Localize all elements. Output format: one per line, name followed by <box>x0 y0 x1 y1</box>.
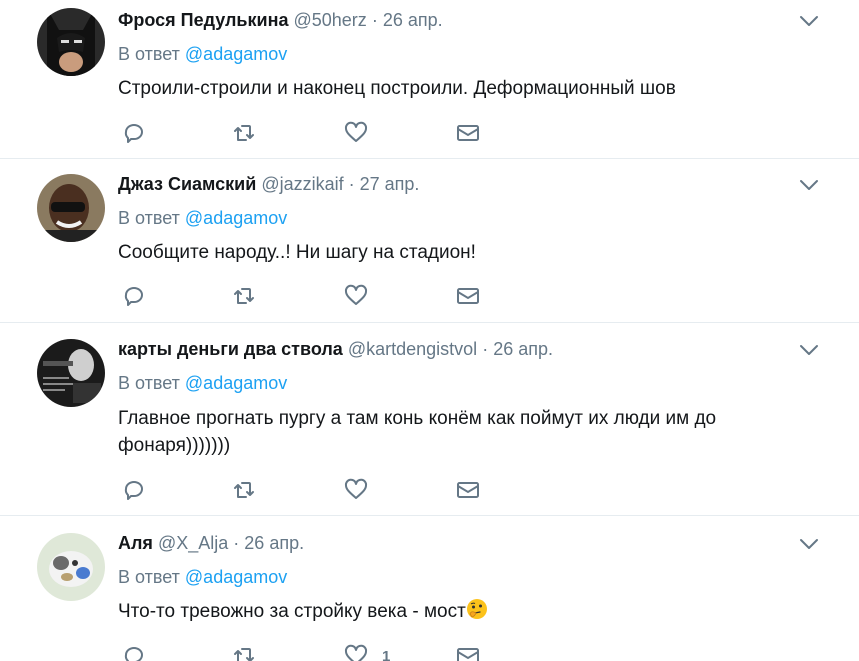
like-button[interactable] <box>344 283 382 309</box>
like-count: 1 <box>382 647 391 661</box>
tweet-actions: 1 <box>122 643 502 661</box>
retweet-icon <box>234 648 254 661</box>
tweet-text-row: Что-то тревожно за стройку века - мост <box>118 598 798 625</box>
replies-feed: Фрося Педулькина @50herz · 26 апр. В отв… <box>0 0 859 661</box>
tweet[interactable]: Фрося Педулькина @50herz · 26 апр. В отв… <box>0 0 859 159</box>
tweet[interactable]: Аля @X_Alja · 26 апр. В ответ @adagamov … <box>0 516 859 661</box>
direct-message-button[interactable] <box>456 120 480 146</box>
retweet-button[interactable] <box>232 643 256 661</box>
heart-icon <box>344 644 368 661</box>
envelope-icon <box>457 648 479 661</box>
thinking-face-emoji <box>466 599 487 619</box>
mention-link[interactable]: @adagamov <box>185 208 287 228</box>
retweet-button[interactable] <box>232 477 256 503</box>
user-handle[interactable]: @X_Alja <box>158 533 228 553</box>
avatar[interactable] <box>37 8 105 76</box>
mention-link[interactable]: @adagamov <box>185 567 287 587</box>
tweet-date[interactable]: 26 апр. <box>244 533 304 553</box>
user-handle[interactable]: @kartdengistvol <box>348 339 477 359</box>
reply-prefix: В ответ <box>118 44 180 64</box>
avatar[interactable] <box>37 533 105 601</box>
separator-dot: · <box>348 174 355 194</box>
tweet-header: Аля @X_Alja · 26 апр. <box>118 532 304 554</box>
tweet-text: Что-то тревожно за стройку века - мост <box>118 601 466 622</box>
separator-dot: · <box>233 533 240 553</box>
display-name[interactable]: карты деньги два ствола <box>118 339 343 359</box>
tweet-text: Сообщите народу..! Ни шагу на стадион! <box>118 242 476 263</box>
reply-icon <box>124 481 143 500</box>
tweet-text: Главное прогнать пургу а там конь конём … <box>118 408 717 456</box>
tweet-header: карты деньги два ствола @kartdengistvol … <box>118 338 553 360</box>
like-button[interactable]: 1 <box>344 643 390 661</box>
tweet[interactable]: Джаз Сиамский @jazzikaif · 27 апр. В отв… <box>0 159 859 323</box>
tweet-actions <box>122 477 502 503</box>
reply-button[interactable] <box>122 477 146 503</box>
user-handle[interactable]: @jazzikaif <box>261 174 343 194</box>
tweet-date[interactable]: 26 апр. <box>493 339 553 359</box>
envelope-icon <box>457 288 479 304</box>
tweet-date[interactable]: 26 апр. <box>383 10 443 30</box>
chevron-down-icon[interactable] <box>798 10 820 32</box>
tweet-actions <box>122 283 502 309</box>
mention-link[interactable]: @adagamov <box>185 373 287 393</box>
display-name[interactable]: Фрося Педулькина <box>118 10 288 30</box>
chevron-down-icon[interactable] <box>798 174 820 196</box>
like-button[interactable] <box>344 477 382 503</box>
reply-icon <box>124 124 143 143</box>
user-handle[interactable]: @50herz <box>293 10 366 30</box>
reply-prefix: В ответ <box>118 567 180 587</box>
direct-message-button[interactable] <box>456 283 480 309</box>
reply-button[interactable] <box>122 120 146 146</box>
display-name[interactable]: Джаз Сиамский <box>118 174 256 194</box>
separator-dot: · <box>482 339 489 359</box>
display-name[interactable]: Аля <box>118 533 153 553</box>
direct-message-button[interactable] <box>456 643 480 661</box>
separator-dot: · <box>371 10 378 30</box>
reply-button[interactable] <box>122 643 146 661</box>
heart-icon <box>344 478 368 499</box>
reply-context: В ответ @adagamov <box>118 207 287 229</box>
envelope-icon <box>457 125 479 141</box>
tweet-header: Фрося Педулькина @50herz · 26 апр. <box>118 9 443 31</box>
reply-icon <box>124 647 143 661</box>
reply-prefix: В ответ <box>118 373 180 393</box>
envelope-icon <box>457 482 479 498</box>
retweet-icon <box>234 125 254 141</box>
reply-button[interactable] <box>122 283 146 309</box>
chevron-down-icon[interactable] <box>798 339 820 361</box>
chevron-down-icon[interactable] <box>798 533 820 555</box>
retweet-button[interactable] <box>232 283 256 309</box>
direct-message-button[interactable] <box>456 477 480 503</box>
reply-context: В ответ @adagamov <box>118 43 287 65</box>
retweet-icon <box>234 288 254 304</box>
heart-icon <box>344 284 368 305</box>
reply-prefix: В ответ <box>118 208 180 228</box>
tweet-date[interactable]: 27 апр. <box>360 174 420 194</box>
retweet-button[interactable] <box>232 120 256 146</box>
retweet-icon <box>234 482 254 498</box>
tweet-header: Джаз Сиамский @jazzikaif · 27 апр. <box>118 173 419 195</box>
mention-link[interactable]: @adagamov <box>185 44 287 64</box>
tweet-text: Строили-строили и наконец построили. Деф… <box>118 78 676 99</box>
reply-context: В ответ @adagamov <box>118 372 287 394</box>
heart-icon <box>344 121 368 142</box>
tweet-actions <box>122 120 502 146</box>
like-button[interactable] <box>344 120 382 146</box>
reply-context: В ответ @adagamov <box>118 566 287 588</box>
tweet[interactable]: карты деньги два ствола @kartdengistvol … <box>0 323 859 516</box>
reply-icon <box>124 287 143 306</box>
avatar[interactable] <box>37 339 105 407</box>
avatar[interactable] <box>37 174 105 242</box>
